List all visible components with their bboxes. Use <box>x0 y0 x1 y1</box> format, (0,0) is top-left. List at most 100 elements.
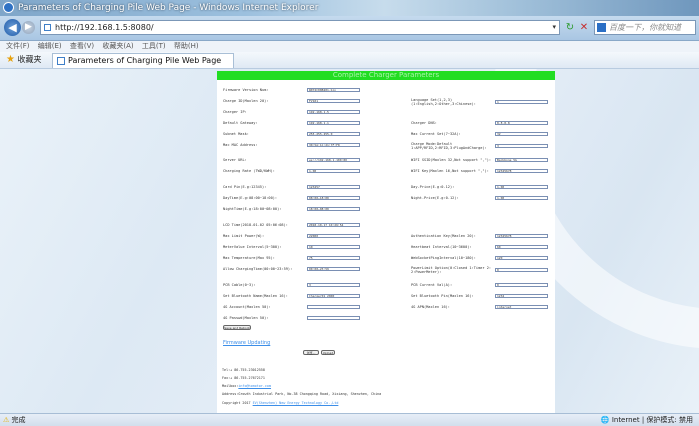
nighttime-field[interactable]: 18:00~08:00 <box>307 207 360 211</box>
address-dropdown-icon[interactable]: ▾ <box>552 21 556 34</box>
allow-charging-time-field[interactable]: 00:00~23:59 <box>307 267 360 271</box>
max-temperature-label: Max Temperature(Max 95): <box>223 256 275 260</box>
language-label-2: (1:English,2:Other,3:Chinese): <box>411 102 476 106</box>
4g-passwd-field[interactable] <box>307 316 360 320</box>
window-titlebar: Parameters of Charging Pile Web Page - W… <box>0 0 699 16</box>
websocket-ping-field[interactable]: 120 <box>495 256 548 260</box>
menu-tools[interactable]: 工具(T) <box>142 42 166 50</box>
charge-mode-label-2: 1:APP/RFID,2:RFID,3:PlugAndCharge): <box>411 146 487 150</box>
allow-charging-time-label: Allow ChargingTime(00:00~23:59): <box>223 267 293 271</box>
menu-edit[interactable]: 编辑(E) <box>38 42 62 50</box>
search-input[interactable]: 百度一下，你就知道 <box>594 20 696 35</box>
stop-icon[interactable]: ✕ <box>578 22 590 34</box>
card-pin-label: Card Pin(E.g:12345): <box>223 185 267 189</box>
mac-address-field[interactable]: 30:5A:1C:21:7F:F0 <box>307 143 360 147</box>
charger-dns-field[interactable]: 8.8.8.8 <box>495 121 548 125</box>
charging-rate-label: Charging Rate (TWD/KWH): <box>223 169 275 173</box>
day-price-field[interactable]: 1.00 <box>495 185 548 189</box>
footer-copyright: Copyright 2017 EV(Shenzhen) New Energy T… <box>222 401 338 405</box>
back-button[interactable]: ◀ <box>4 19 21 36</box>
favorites-label: 收藏夹 <box>17 55 42 64</box>
lcd-time-field[interactable]: 2018-10-17 10:26:54 <box>307 223 360 227</box>
firmware-updating-title: Firmware Updating <box>223 340 271 346</box>
daytime-field[interactable]: 08:00~18:00 <box>307 196 360 200</box>
auth-key-label: Authentication Key(Maxlen 20): <box>411 234 476 238</box>
browse-button[interactable]: 浏览... <box>303 350 319 355</box>
default-gateway-field[interactable]: 192.168.1.1 <box>307 121 360 125</box>
status-bar: ⚠ 完成 🌐 Internet | 保护模式: 禁用 <box>0 413 699 426</box>
max-limit-power-field[interactable]: 22000 <box>307 234 360 238</box>
navigation-bar: ◀ ▶ http://192.168.1.5:8080/ ▾ ↻ ✕ 百度一下，… <box>0 16 699 41</box>
refresh-icon[interactable]: ↻ <box>564 22 576 34</box>
charger-ip-label: Charger IP: <box>223 110 247 114</box>
bluetooth-pin-label: Set Bluetooth Pin(Maxlen 16): <box>411 294 474 298</box>
wifi-key-field[interactable]: 12345678 <box>495 169 548 173</box>
address-url: http://192.168.1.5:8080/ <box>55 23 154 32</box>
max-temperature-field[interactable]: 75 <box>307 256 360 260</box>
forward-button[interactable]: ▶ <box>22 21 35 34</box>
favorites-button[interactable]: ★ 收藏夹 <box>6 52 42 68</box>
page-header: Complete Charger Parameters <box>217 71 555 80</box>
menu-bar: 文件(F) 编辑(E) 查看(V) 收藏夹(A) 工具(T) 帮助(H) <box>0 41 699 52</box>
4g-account-field[interactable] <box>307 305 360 309</box>
footer-company-link[interactable]: EV(Shenzhen) New Energy Technology Co.,L… <box>253 401 339 405</box>
charge-id-label: Charge ID(Maxlen 20): <box>223 99 269 103</box>
pcb-current-val-field[interactable]: 0 <box>495 283 548 287</box>
max-limit-power-label: Max Limit Power(W): <box>223 234 265 238</box>
tab-label: Parameters of Charging Pile Web Page <box>68 56 222 65</box>
pcb-cable-label: PCB Cable(0~3): <box>223 283 256 287</box>
menu-file[interactable]: 文件(F) <box>6 42 30 50</box>
4g-passwd-label: 4G Passwd(Maxlen 50): <box>223 316 269 320</box>
footer-copyright-prefix: Copyright 2017 <box>222 401 253 405</box>
bluetooth-name-field[interactable]: Charger01_2000 <box>307 294 360 298</box>
heartbeat-interval-field[interactable]: 60 <box>495 245 548 249</box>
mac-address-label: Mac MAC Address: <box>223 143 258 147</box>
subnet-mask-field[interactable]: 255.255.255.0 <box>307 132 360 136</box>
footer-fax: Fax:+ 86-755-27672171 <box>222 376 265 380</box>
max-current-label: Max Current Set(7~32A): <box>411 132 461 136</box>
bluetooth-name-label: Set Bluetooth Name(Maxlen 16): <box>223 294 288 298</box>
star-icon: ★ <box>6 54 15 65</box>
globe-icon: 🌐 <box>600 416 610 424</box>
tab-charging-pile[interactable]: Parameters of Charging Pile Web Page <box>52 53 234 68</box>
subnet-mask-label: Subnet Mask: <box>223 132 249 136</box>
pcb-cable-field[interactable]: 3 <box>307 283 360 287</box>
upload-button[interactable]: Upload <box>321 350 335 355</box>
max-current-field[interactable]: 32 <box>495 132 548 136</box>
charge-mode-field[interactable]: 3 <box>495 144 548 148</box>
footer-mailbox-link[interactable]: info@hcmotor.com <box>238 384 271 388</box>
night-price-field[interactable]: 1.00 <box>495 196 548 200</box>
metervalue-interval-field[interactable]: 10 <box>307 245 360 249</box>
nighttime-label: NightTime(E.g:18:00~08:00): <box>223 207 282 211</box>
websocket-ping-label: WebSocketPingInterval(10~180): <box>411 256 476 260</box>
menu-favorites[interactable]: 收藏夹(A) <box>102 42 133 50</box>
search-placeholder: 百度一下，你就知道 <box>609 23 681 32</box>
wifi-ssid-field[interactable]: Backbone_5G <box>495 158 548 162</box>
charger-dns-label: Charger DNS: <box>411 121 437 125</box>
address-bar[interactable]: http://192.168.1.5:8080/ ▾ <box>40 20 560 35</box>
card-pin-field[interactable]: 123457 <box>307 185 360 189</box>
menu-view[interactable]: 查看(V) <box>70 42 94 50</box>
bluetooth-pin-field[interactable]: 1234 <box>495 294 548 298</box>
tab-page-icon <box>57 57 65 65</box>
browser-content: Complete Charger Parameters Firmware Ver… <box>0 69 699 413</box>
language-field[interactable]: 1 <box>495 100 548 104</box>
4g-apn-label: 4G APN(Maxlen 16): <box>411 305 450 309</box>
search-engine-icon <box>597 23 606 32</box>
server-url-label: Server URL: <box>223 158 247 162</box>
4g-account-label: 4G Account(Maxlen 50): <box>223 305 271 309</box>
menu-help[interactable]: 帮助(H) <box>174 42 199 50</box>
4g-apn-field[interactable]: internet <box>495 305 548 309</box>
default-gateway-label: Default Gateway: <box>223 121 258 125</box>
internet-explorer-icon <box>3 2 14 13</box>
charge-id-field[interactable]: FV101 <box>307 99 360 103</box>
favorites-bar: ★ 收藏夹 Parameters of Charging Pile Web Pa… <box>0 52 699 69</box>
auth-key-field[interactable]: 12345678 <box>495 234 548 238</box>
charging-rate-field[interactable]: 1.00 <box>307 169 360 173</box>
save-and-reboot-button[interactable]: Save and Reboot <box>223 325 251 330</box>
server-url-field[interactable]: ws://192.168.1.100:80 <box>307 158 360 162</box>
day-price-label: Day-Price(E.g:0.12): <box>411 185 455 189</box>
powerlimit-option-field[interactable]: 0 <box>495 268 548 272</box>
charger-ip-field[interactable]: 192.168.1.5 <box>307 110 360 114</box>
page-icon <box>44 24 51 31</box>
